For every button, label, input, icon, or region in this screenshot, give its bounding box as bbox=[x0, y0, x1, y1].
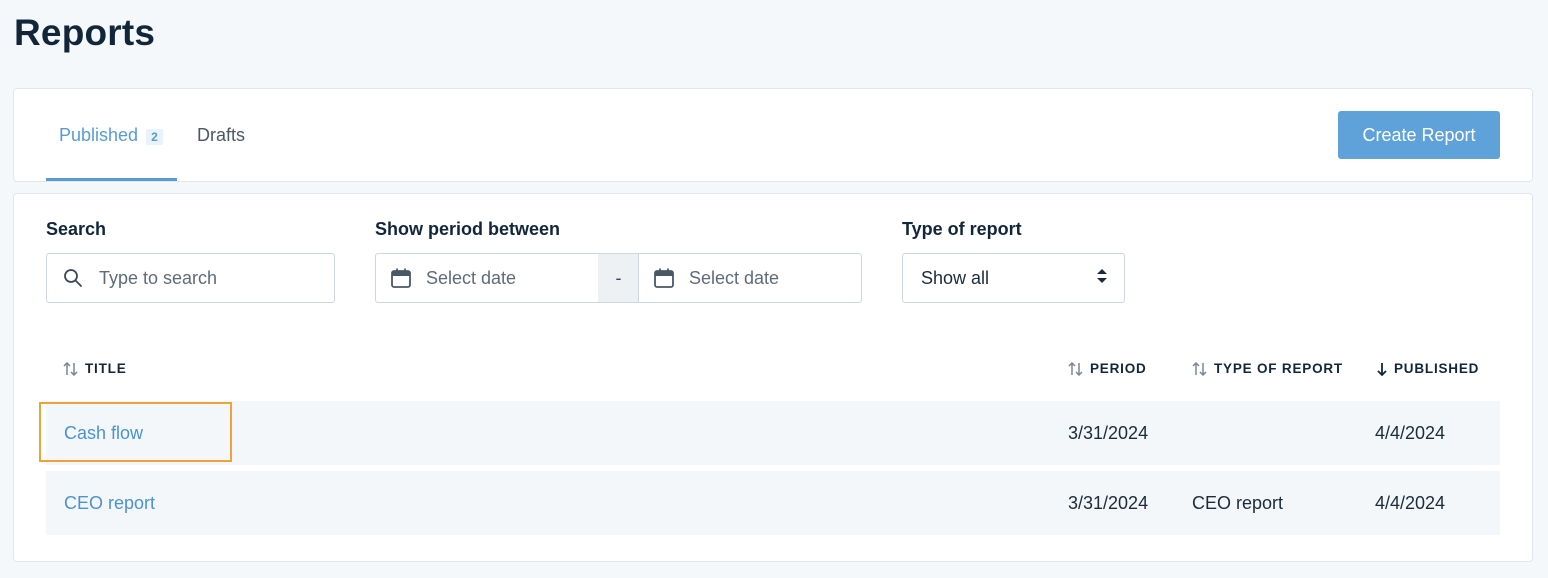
search-label: Search bbox=[46, 219, 107, 239]
period-to-placeholder: Select date bbox=[689, 267, 780, 288]
page-title: Reports bbox=[14, 12, 156, 53]
report-published-date: 4/4/2024 bbox=[1375, 492, 1446, 513]
calendar-icon bbox=[653, 267, 675, 289]
column-header-period[interactable]: PERIOD bbox=[1068, 361, 1147, 376]
column-header-type-label: TYPE OF REPORT bbox=[1214, 361, 1343, 376]
table-row: CEO report 3/31/2024 CEO report 4/4/2024 bbox=[46, 471, 1500, 535]
select-arrows-icon bbox=[1096, 268, 1108, 289]
type-select[interactable]: Show all bbox=[902, 253, 1125, 303]
column-header-type[interactable]: TYPE OF REPORT bbox=[1192, 361, 1343, 376]
create-report-button[interactable]: Create Report bbox=[1338, 111, 1500, 159]
type-label: Type of report bbox=[902, 219, 1022, 239]
tab-drafts[interactable]: Drafts bbox=[197, 89, 245, 181]
published-count-badge: 2 bbox=[146, 129, 163, 145]
sort-descending-icon bbox=[1376, 362, 1388, 376]
calendar-icon bbox=[390, 267, 412, 289]
period-from-field[interactable]: Select date bbox=[375, 253, 599, 303]
tab-published-label: Published bbox=[59, 124, 139, 145]
period-from-placeholder: Select date bbox=[426, 267, 517, 288]
column-header-published[interactable]: PUBLISHED bbox=[1376, 361, 1479, 376]
report-period: 3/31/2024 bbox=[1068, 422, 1149, 443]
report-title-link[interactable]: CEO report bbox=[64, 471, 155, 535]
period-to-field[interactable]: Select date bbox=[638, 253, 862, 303]
search-input[interactable]: Type to search bbox=[46, 253, 335, 303]
tab-published[interactable]: Published 2 bbox=[46, 89, 177, 181]
report-period: 3/31/2024 bbox=[1068, 492, 1149, 513]
search-placeholder: Type to search bbox=[99, 267, 218, 288]
report-title-link[interactable]: Cash flow bbox=[64, 401, 143, 465]
report-type: CEO report bbox=[1192, 492, 1284, 513]
tabs-card: Published 2 Drafts Create Report bbox=[13, 88, 1533, 182]
column-header-title[interactable]: TITLE bbox=[63, 361, 127, 376]
sort-icon bbox=[1068, 361, 1084, 376]
period-separator: - bbox=[598, 253, 639, 303]
sort-icon bbox=[1192, 361, 1208, 376]
report-published-date: 4/4/2024 bbox=[1375, 422, 1446, 443]
column-header-published-label: PUBLISHED bbox=[1394, 361, 1480, 376]
search-icon bbox=[63, 268, 83, 288]
tab-drafts-label: Drafts bbox=[197, 124, 246, 145]
column-header-period-label: PERIOD bbox=[1090, 361, 1147, 376]
table-row: Cash flow 3/31/2024 4/4/2024 bbox=[46, 401, 1500, 465]
type-select-value: Show all bbox=[921, 267, 990, 288]
column-header-title-label: TITLE bbox=[85, 361, 127, 376]
period-label: Show period between bbox=[375, 219, 561, 239]
sort-icon bbox=[63, 361, 79, 376]
reports-panel: Search Type to search Show period betwee… bbox=[13, 193, 1533, 562]
